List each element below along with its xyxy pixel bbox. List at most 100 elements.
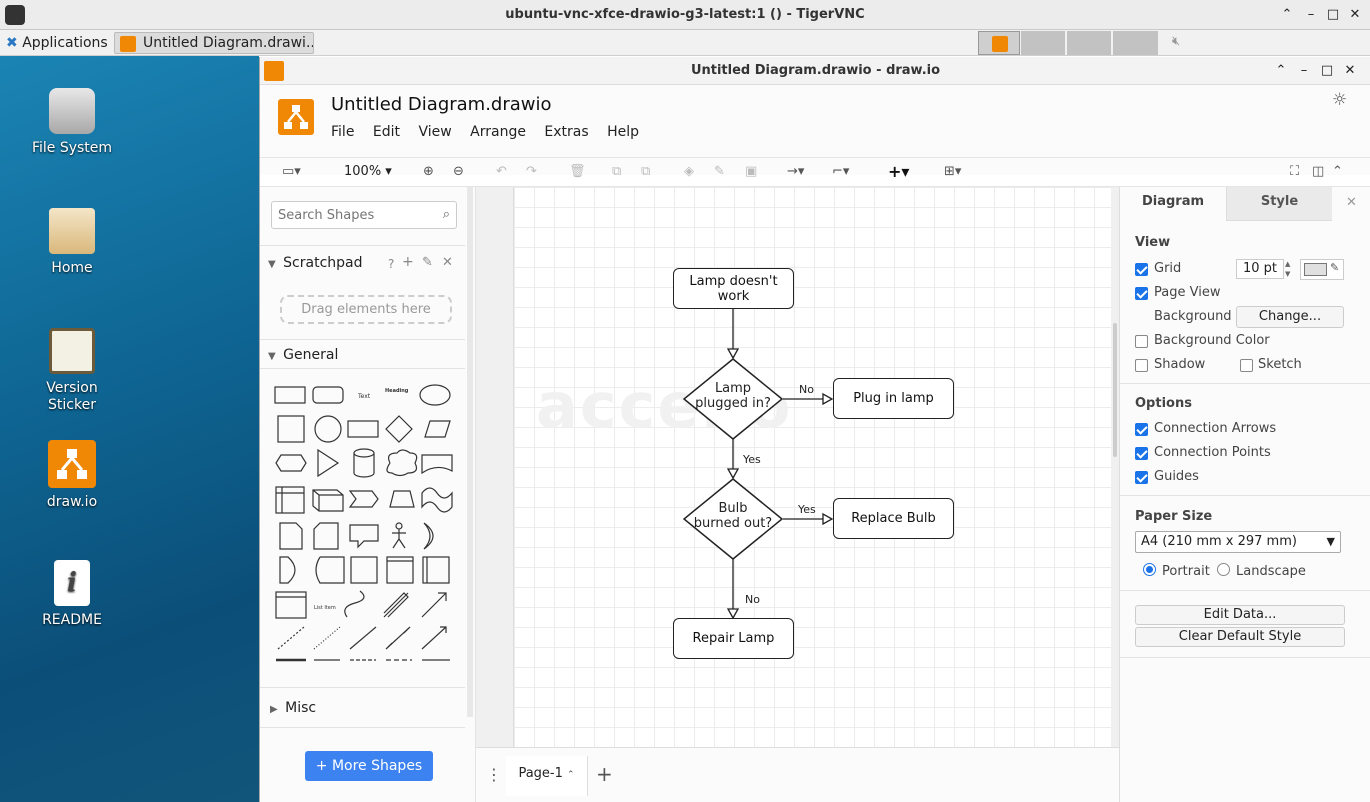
scratchpad-help-icon[interactable]: ? bbox=[388, 257, 394, 271]
general-header[interactable]: ▼ General bbox=[268, 347, 338, 363]
vnc-close-icon[interactable]: ✕ bbox=[1346, 6, 1364, 24]
theme-sun-icon[interactable]: ☼ bbox=[1332, 90, 1347, 110]
sketch-label: Sketch bbox=[1258, 357, 1302, 372]
pages-menu-icon[interactable]: ⋮ bbox=[486, 765, 502, 784]
volume-muted-icon[interactable]: 🔇︎ bbox=[1172, 34, 1180, 49]
to-back-icon[interactable]: ⧉ bbox=[641, 161, 650, 183]
zoom-in-icon[interactable]: ⊕ bbox=[423, 161, 434, 183]
add-page-icon[interactable]: + bbox=[596, 762, 613, 786]
more-shapes-button[interactable]: + More Shapes bbox=[305, 751, 433, 781]
grid-checkbox[interactable] bbox=[1135, 263, 1148, 276]
workspace-1[interactable] bbox=[978, 31, 1020, 55]
node-decision-plugged-label: Lamp plugged in? bbox=[695, 381, 771, 411]
scratchpad-edit-icon[interactable]: ✎ bbox=[422, 255, 433, 270]
guides-checkbox[interactable] bbox=[1135, 471, 1148, 484]
shadow-checkbox[interactable] bbox=[1135, 359, 1148, 372]
desktop-icon-readme[interactable]: i README bbox=[22, 560, 122, 628]
tab-diagram[interactable]: Diagram bbox=[1120, 187, 1226, 221]
menu-edit[interactable]: Edit bbox=[373, 124, 400, 140]
toggle-panel-icon[interactable]: ◫ bbox=[1312, 161, 1324, 183]
page-view-checkbox[interactable] bbox=[1135, 287, 1148, 300]
paper-size-select[interactable]: A4 (210 mm x 297 mm) ▼ bbox=[1135, 531, 1341, 553]
scratchpad-close-icon[interactable]: ✕ bbox=[442, 255, 453, 270]
search-shapes-input[interactable] bbox=[278, 203, 428, 227]
fullscreen-icon[interactable]: ⛶ bbox=[1290, 161, 1299, 183]
page-tab-1[interactable]: Page-1 ⌃ bbox=[506, 756, 588, 796]
background-color-checkbox[interactable] bbox=[1135, 335, 1148, 348]
left-panel-scrollbar[interactable] bbox=[467, 187, 473, 717]
general-shapes-grid[interactable]: Text Heading List Item bbox=[270, 383, 466, 683]
grid-size-stepper-icon[interactable]: ▲ ▼ bbox=[1285, 259, 1290, 279]
collapse-icon[interactable]: ⌃ bbox=[1332, 161, 1343, 183]
tab-style[interactable]: Style bbox=[1226, 187, 1332, 221]
workspace-2[interactable] bbox=[1021, 31, 1065, 55]
desktop-icon-home[interactable]: Home bbox=[22, 208, 122, 276]
applications-menu[interactable]: ✖ Applications bbox=[6, 33, 108, 53]
delete-icon[interactable]: 🗑︎ bbox=[569, 161, 586, 183]
edit-data-button[interactable]: Edit Data... bbox=[1135, 605, 1345, 625]
redo-icon[interactable]: ↷ bbox=[526, 161, 537, 183]
misc-header[interactable]: ▶ Misc bbox=[270, 700, 316, 716]
document-title[interactable]: Untitled Diagram.drawio bbox=[331, 94, 552, 115]
close-panel-icon[interactable]: ✕ bbox=[1346, 195, 1357, 210]
menu-extras[interactable]: Extras bbox=[544, 124, 588, 140]
connection-points-checkbox[interactable] bbox=[1135, 447, 1148, 460]
menu-file[interactable]: File bbox=[331, 124, 354, 140]
table-icon[interactable]: ⊞▾ bbox=[944, 161, 961, 183]
fill-color-icon[interactable]: ◈ bbox=[684, 161, 694, 183]
grid-size-input[interactable]: 10 pt bbox=[1236, 259, 1284, 279]
desktop-icon-drawio[interactable]: draw.io bbox=[22, 440, 122, 510]
workspace-4[interactable] bbox=[1113, 31, 1158, 55]
menu-view[interactable]: View bbox=[418, 124, 451, 140]
diagram-canvas[interactable]: accelio No Yes Yes No Lamp doesn't work … bbox=[476, 187, 1119, 751]
desktop-icon-filesystem[interactable]: File System bbox=[22, 88, 122, 156]
line-color-icon[interactable]: ✎ bbox=[714, 161, 725, 183]
connection-arrows-checkbox[interactable] bbox=[1135, 423, 1148, 436]
vnc-minimize-icon[interactable]: – bbox=[1302, 6, 1320, 24]
app-close-icon[interactable]: ✕ bbox=[1341, 62, 1359, 80]
section-options: Options bbox=[1135, 396, 1192, 411]
node-lamp-doesnt-work[interactable]: Lamp doesn't work bbox=[673, 268, 794, 309]
node-decision-bulb-label: Bulb burned out? bbox=[693, 501, 773, 531]
menu-help[interactable]: Help bbox=[607, 124, 639, 140]
section-paper-size: Paper Size bbox=[1135, 509, 1213, 524]
zoom-out-icon[interactable]: ⊖ bbox=[453, 161, 464, 183]
format-panel-icon[interactable]: ▭▾ bbox=[282, 161, 301, 183]
shadow-icon[interactable]: ▣ bbox=[745, 161, 757, 183]
canvas-vertical-scrollbar[interactable] bbox=[1113, 323, 1117, 457]
workspace-3[interactable] bbox=[1067, 31, 1111, 55]
scratchpad-header[interactable]: ▼ Scratchpad bbox=[268, 255, 363, 271]
edge-label-no-1[interactable]: No bbox=[799, 383, 814, 396]
edge-label-yes-1[interactable]: Yes bbox=[742, 453, 761, 466]
insert-plus-icon[interactable]: +▾ bbox=[888, 161, 909, 183]
connection-style-icon[interactable]: →▾ bbox=[787, 161, 804, 183]
landscape-radio[interactable] bbox=[1217, 563, 1230, 576]
node-repair-lamp[interactable]: Repair Lamp bbox=[673, 618, 794, 659]
undo-icon[interactable]: ↶ bbox=[496, 161, 507, 183]
scratchpad-dropzone[interactable]: Drag elements here bbox=[280, 295, 452, 324]
edge-label-no-2[interactable]: No bbox=[745, 593, 760, 606]
portrait-radio[interactable] bbox=[1143, 563, 1156, 576]
drawio-logo-icon bbox=[278, 99, 314, 135]
grid-color-swatch[interactable]: ✎ bbox=[1300, 259, 1344, 280]
change-background-button[interactable]: Change... bbox=[1236, 306, 1344, 328]
scratchpad-add-icon[interactable]: + bbox=[402, 254, 414, 270]
clear-default-style-button[interactable]: Clear Default Style bbox=[1135, 627, 1345, 647]
vnc-arrow-up-icon[interactable]: ⌃ bbox=[1278, 6, 1296, 24]
to-front-icon[interactable]: ⧉ bbox=[612, 161, 621, 183]
node-plug-in-lamp[interactable]: Plug in lamp bbox=[833, 378, 954, 419]
vnc-maximize-icon[interactable]: □ bbox=[1324, 6, 1342, 24]
sketch-checkbox[interactable] bbox=[1240, 359, 1253, 372]
waypoints-icon[interactable]: ⌐▾ bbox=[832, 161, 849, 183]
search-shapes[interactable]: ⌕ bbox=[271, 201, 457, 229]
drive-icon bbox=[49, 88, 95, 134]
desktop-icon-version-sticker[interactable]: Version Sticker bbox=[22, 328, 122, 414]
app-maximize-icon[interactable]: □ bbox=[1318, 62, 1336, 80]
taskbar-drawio[interactable]: Untitled Diagram.drawi... bbox=[114, 32, 314, 54]
app-arrow-up-icon[interactable]: ⌃ bbox=[1272, 62, 1290, 80]
node-replace-bulb[interactable]: Replace Bulb bbox=[833, 498, 954, 539]
menu-arrange[interactable]: Arrange bbox=[470, 124, 526, 140]
zoom-select[interactable]: 100% ▾ bbox=[344, 161, 392, 183]
app-minimize-icon[interactable]: – bbox=[1295, 62, 1313, 80]
edge-label-yes-2[interactable]: Yes bbox=[797, 503, 816, 516]
